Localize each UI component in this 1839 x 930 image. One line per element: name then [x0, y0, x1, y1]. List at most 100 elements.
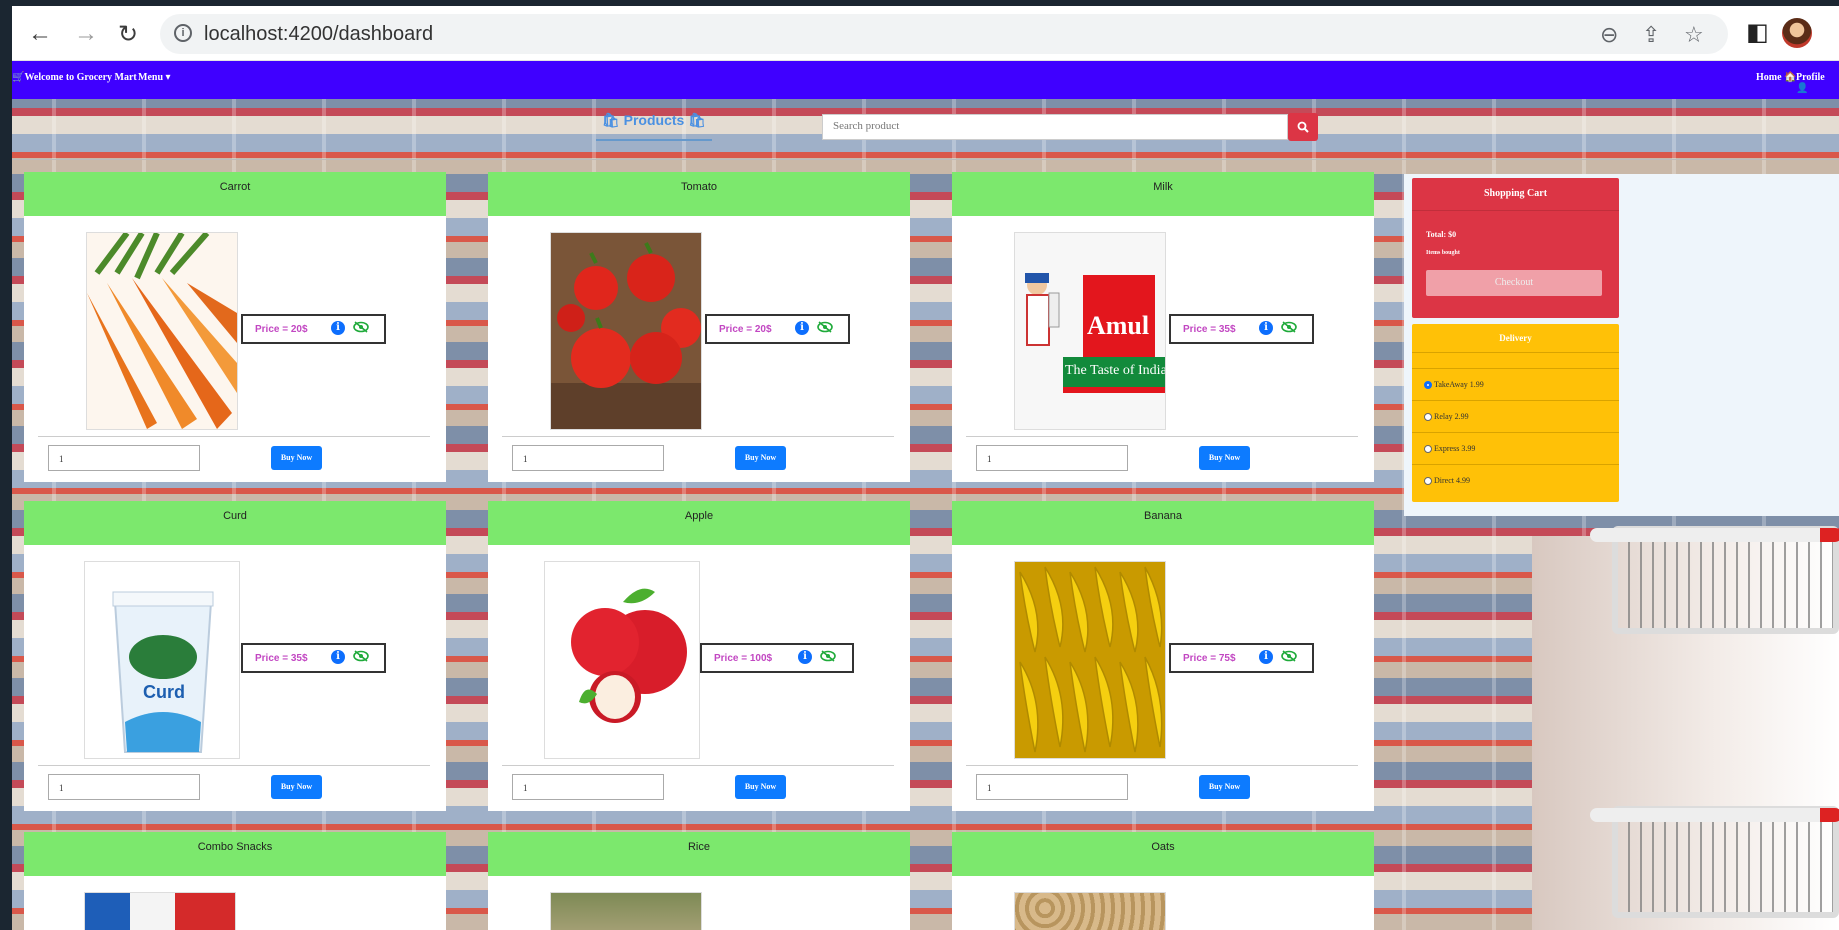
product-name: Carrot [24, 172, 446, 216]
tomato-image [550, 232, 702, 430]
delivery-title: Delivery [1412, 324, 1619, 353]
delivery-divider [1412, 368, 1619, 369]
product-card-rice: Rice [488, 832, 910, 930]
search-icon [1297, 121, 1309, 133]
price-box: Price = 75$ i [1169, 643, 1314, 673]
delivery-panel: Delivery TakeAway 1.99 Relay 2.99 Expres… [1412, 324, 1619, 502]
curd-image: Curd [84, 561, 240, 759]
delivery-option-direct[interactable]: Direct 4.99 [1424, 476, 1470, 485]
toolbar-divider [12, 159, 1839, 160]
site-info-icon[interactable]: i [174, 24, 192, 42]
brand-link[interactable]: 🛒Welcome to Grocery Mart [12, 72, 137, 83]
search-button[interactable] [1288, 113, 1318, 141]
card-divider [502, 436, 894, 437]
delivery-option-label: TakeAway 1.99 [1434, 380, 1484, 389]
browser-window: ← → ↻ i localhost:4200/dashboard ⊖ ⇪ ☆ ◧… [12, 6, 1839, 930]
radio-button[interactable] [1424, 380, 1432, 389]
back-arrow-icon[interactable]: ← [24, 18, 56, 50]
info-icon[interactable]: i [331, 321, 345, 335]
buy-now-button[interactable]: Buy Now [271, 775, 322, 799]
delivery-option-takeaway[interactable]: TakeAway 1.99 [1424, 380, 1484, 389]
product-card-carrot: Carrot Price = 20$ i 1 Buy Now [24, 172, 446, 482]
radio-button[interactable] [1424, 412, 1432, 421]
eye-slash-icon[interactable] [1281, 321, 1297, 333]
app-navbar: 🛒Welcome to Grocery Mart Menu ▾ Home 🏠 P… [12, 61, 1839, 99]
radio-button[interactable] [1424, 444, 1432, 453]
quantity-input[interactable]: 1 [512, 774, 664, 800]
product-name: Milk [952, 172, 1374, 216]
delivery-option-relay[interactable]: Relay 2.99 [1424, 412, 1469, 421]
url-text: localhost:4200/dashboard [204, 23, 434, 45]
cart-total: Total: $0 [1426, 230, 1457, 239]
quantity-input[interactable]: 1 [48, 774, 200, 800]
delivery-option-express[interactable]: Express 3.99 [1424, 444, 1475, 453]
quantity-input[interactable]: 1 [976, 774, 1128, 800]
products-tab[interactable]: 🛍 Products 🛍 [596, 109, 712, 141]
radio-button[interactable] [1424, 476, 1432, 485]
product-card-combo-snacks: Combo Snacks [24, 832, 446, 930]
price-box: Price = 35$ i [241, 643, 386, 673]
eye-slash-icon[interactable] [353, 321, 369, 333]
menu-dropdown[interactable]: Menu ▾ [138, 72, 171, 83]
eye-slash-icon[interactable] [817, 321, 833, 333]
card-divider [966, 765, 1358, 766]
buy-now-button[interactable]: Buy Now [271, 446, 322, 470]
search-input[interactable]: Search product [822, 114, 1288, 140]
info-icon[interactable]: i [795, 321, 809, 335]
quantity-input[interactable]: 1 [512, 445, 664, 471]
product-card-tomato: Tomato Price = 20$ i 1 Buy Now [488, 172, 910, 482]
browser-toolbar: ← → ↻ i localhost:4200/dashboard ⊖ ⇪ ☆ ◧ [12, 6, 1839, 61]
quantity-input[interactable]: 1 [976, 445, 1128, 471]
product-card-apple: Apple Price = 100$ i 1 Buy Now [488, 501, 910, 811]
eye-slash-icon[interactable] [820, 650, 836, 662]
info-icon[interactable]: i [798, 650, 812, 664]
cart-handle-decoration [1590, 808, 1839, 822]
price-label: Price = 35$ [1183, 324, 1236, 335]
buy-now-button[interactable]: Buy Now [735, 446, 786, 470]
delivery-divider [1412, 400, 1619, 401]
delivery-option-label: Direct 4.99 [1434, 476, 1470, 485]
carrot-image [86, 232, 238, 430]
cart-title: Shopping Cart [1412, 178, 1619, 211]
buy-now-button[interactable]: Buy Now [735, 775, 786, 799]
product-card-curd: Curd Curd Price = 35$ i 1 Buy Now [24, 501, 446, 811]
banana-image [1014, 561, 1166, 759]
profile-link[interactable]: Profile 👤 [1796, 72, 1839, 94]
eye-slash-icon[interactable] [1281, 650, 1297, 662]
price-label: Price = 35$ [255, 653, 308, 664]
milk-image: Amul The Taste of India [1014, 232, 1166, 430]
quantity-input[interactable]: 1 [48, 445, 200, 471]
product-name: Curd [24, 501, 446, 545]
apple-image [544, 561, 700, 759]
delivery-option-label: Express 3.99 [1434, 444, 1476, 453]
price-box: Price = 35$ i [1169, 314, 1314, 344]
product-name: Rice [488, 832, 910, 876]
buy-now-button[interactable]: Buy Now [1199, 446, 1250, 470]
info-icon[interactable]: i [331, 650, 345, 664]
cart-decoration [1612, 526, 1839, 634]
shopping-cart-panel: Shopping Cart Total: $0 Items bought Che… [1412, 178, 1619, 318]
address-bar[interactable]: i localhost:4200/dashboard ⊖ ⇪ ☆ [160, 14, 1728, 54]
side-panel-icon[interactable]: ◧ [1746, 18, 1769, 47]
home-link[interactable]: Home 🏠 [1756, 72, 1797, 83]
bookmark-star-icon[interactable]: ☆ [1684, 22, 1704, 48]
reload-icon[interactable]: ↻ [112, 18, 144, 50]
checkout-button[interactable]: Checkout [1426, 270, 1602, 296]
profile-avatar[interactable] [1782, 18, 1812, 48]
combo-snacks-image [84, 892, 236, 930]
card-divider [502, 765, 894, 766]
oats-image [1014, 892, 1166, 930]
price-box: Price = 20$ i [241, 314, 386, 344]
info-icon[interactable]: i [1259, 321, 1273, 335]
forward-arrow-icon[interactable]: → [70, 18, 102, 50]
zoom-out-icon[interactable]: ⊖ [1600, 22, 1618, 48]
buy-now-button[interactable]: Buy Now [1199, 775, 1250, 799]
curd-label-text: Curd [143, 682, 185, 702]
product-name: Apple [488, 501, 910, 545]
milk-tagline-text: The Taste of India [1065, 363, 1166, 378]
info-icon[interactable]: i [1259, 650, 1273, 664]
product-name: Combo Snacks [24, 832, 446, 876]
eye-slash-icon[interactable] [353, 650, 369, 662]
cart-handle-decoration [1590, 528, 1839, 542]
share-icon[interactable]: ⇪ [1642, 22, 1660, 48]
